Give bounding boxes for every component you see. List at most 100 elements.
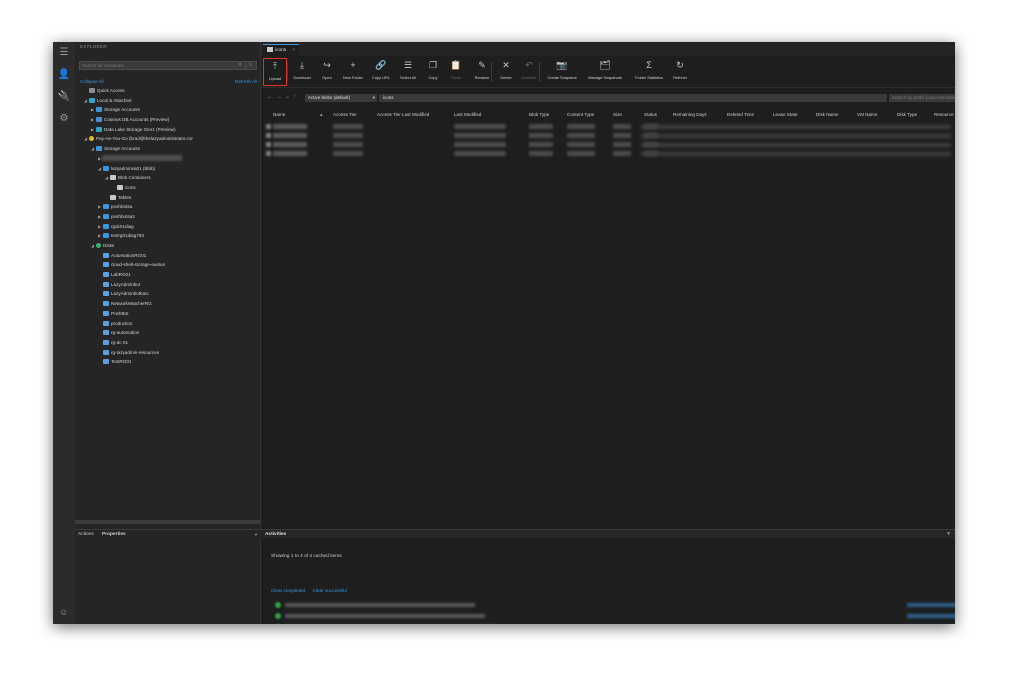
tab-properties[interactable]: Properties <box>102 530 126 539</box>
search-resources-box[interactable]: ✕ ⌕ <box>79 61 257 70</box>
tree-node[interactable]: TestRG01 <box>75 357 261 367</box>
column-header[interactable]: Size <box>613 110 622 120</box>
tree-node[interactable]: NetworkWatcherRG <box>75 299 261 309</box>
column-header[interactable]: Access Tier Last Modified <box>377 110 429 120</box>
back-arrow-icon[interactable]: ← <box>267 92 273 103</box>
delete-button[interactable]: ✕ Delete <box>497 58 515 86</box>
tree-node[interactable]: LazyAdminbotbotc <box>75 289 261 299</box>
forward-arrow-icon[interactable]: → <box>276 92 282 103</box>
tree-node[interactable]: AutomationRG01 <box>75 251 261 261</box>
collapse-arrow-icon[interactable]: ◢ <box>90 241 95 251</box>
settings-gear-icon[interactable]: ⚙ <box>57 112 71 126</box>
folder-statistics-button[interactable]: Σ Folder Statistics <box>630 58 668 86</box>
search-icon[interactable]: ⌕ <box>245 62 255 69</box>
plug-connect-icon[interactable]: 🔌 <box>57 90 71 104</box>
expand-arrow-icon[interactable]: ▶ <box>97 231 102 241</box>
explorer-icon[interactable]: ☰ <box>57 46 71 60</box>
select-all-button[interactable]: ☰ Select All <box>395 58 421 86</box>
chevron-down-icon[interactable]: ▼ <box>254 530 258 539</box>
collapse-arrow-icon[interactable]: ◢ <box>83 134 88 144</box>
create-snapshot-button[interactable]: 📷 Create Snapshot <box>543 58 581 86</box>
tab-actions[interactable]: Actions <box>78 530 94 539</box>
explorer-horizontal-scrollbar[interactable] <box>75 520 261 524</box>
column-header[interactable]: Deleted Time <box>727 110 754 120</box>
column-header[interactable]: Content Type <box>567 110 594 120</box>
manage-snapshots-button[interactable]: 🗂 Manage Snapshots <box>583 58 627 86</box>
tree-node[interactable]: Quick Access <box>75 86 261 96</box>
column-header[interactable]: Status <box>644 110 657 120</box>
expand-arrow-icon[interactable]: ▶ <box>97 212 102 222</box>
clear-successful-link[interactable]: Clear successful <box>312 588 346 593</box>
tree-node[interactable]: cloud-shell-storage-eastus <box>75 260 261 270</box>
table-row[interactable] <box>261 122 955 131</box>
column-header[interactable]: VM Name <box>857 110 877 120</box>
account-management-icon[interactable]: 👤 <box>57 68 71 82</box>
tree-node[interactable]: ▶ testrg01diag793 <box>75 231 261 241</box>
expand-arrow-icon[interactable]: ▶ <box>97 202 102 212</box>
sort-ascending-icon[interactable]: ▲ <box>319 110 324 120</box>
column-header[interactable]: Name <box>273 110 285 120</box>
copy-url-button[interactable]: 🔗 Copy URL <box>369 58 393 86</box>
open-button[interactable]: ↪ Open <box>318 58 336 86</box>
expand-arrow-icon[interactable]: ▶ <box>97 222 102 232</box>
tree-node[interactable]: LazyAdminbot <box>75 280 261 290</box>
blob-view-select[interactable]: Active blobs (default) ▾ <box>305 94 377 102</box>
collapse-all-link[interactable]: Collapse All <box>80 79 104 84</box>
tree-node[interactable]: rg-lazyadmin-resources <box>75 348 261 358</box>
column-header[interactable]: Lease State <box>773 110 798 120</box>
close-tab-icon[interactable]: × <box>292 48 295 53</box>
tree-node[interactable]: ◢ Disks <box>75 241 261 251</box>
search-resources-input[interactable] <box>80 62 230 69</box>
tree-node[interactable]: ▶ rgdc01diag <box>75 222 261 232</box>
undelete-button[interactable]: ↶ Undelete <box>518 58 540 86</box>
expand-arrow-icon[interactable]: ▶ <box>90 105 95 115</box>
refresh-all-link[interactable]: Refresh All <box>235 79 257 84</box>
column-header[interactable]: Disk Type <box>897 110 917 120</box>
up-arrow-icon[interactable]: ↑ <box>293 92 296 103</box>
tree-node[interactable]: production <box>75 319 261 329</box>
paste-button[interactable]: 📋 Paste <box>447 58 465 86</box>
column-header[interactable]: Access Tier <box>333 110 357 120</box>
table-row[interactable] <box>261 140 955 149</box>
column-header[interactable]: Blob Type <box>529 110 549 120</box>
upload-button[interactable]: ⤒ Upload <box>263 58 287 86</box>
table-row[interactable] <box>261 131 955 140</box>
column-header[interactable]: Remaining Days <box>673 110 707 120</box>
clear-search-icon[interactable]: ✕ <box>238 62 242 69</box>
dropdown-arrow-icon[interactable]: ⌄ <box>285 92 290 103</box>
tab-icons[interactable]: icons × <box>263 44 300 56</box>
tree-node[interactable]: ◢ Pay-As-You-Go (brad@thelazyadministrato… <box>75 134 261 144</box>
tree-node[interactable]: rg-dc-01 <box>75 338 261 348</box>
new-folder-button[interactable]: + New Folder <box>339 58 367 86</box>
tree-node[interactable]: ▶ poshbotsa2 <box>75 212 261 222</box>
tree-node[interactable]: ◢ Local & Attached <box>75 96 261 106</box>
path-input[interactable]: icons <box>379 94 887 102</box>
collapse-arrow-icon[interactable]: ◢ <box>90 144 95 154</box>
collapse-arrow-icon[interactable]: ◢ <box>97 164 102 174</box>
chevron-down-icon[interactable]: ▼ <box>946 530 951 539</box>
clear-completed-link[interactable]: Clear completed <box>271 588 305 593</box>
redacted-activity-link[interactable] <box>907 614 955 618</box>
feedback-icon[interactable]: ☺ <box>59 607 68 617</box>
tree-node[interactable]: icons <box>75 183 261 193</box>
redacted-activity-link[interactable] <box>907 603 955 607</box>
tree-node[interactable]: ◢ lazyadminsa01 (Blob) <box>75 164 261 174</box>
tree-node[interactable]: Tables <box>75 193 261 203</box>
expand-arrow-icon[interactable]: ▶ <box>90 125 95 135</box>
column-header[interactable]: Disk Name <box>816 110 838 120</box>
refresh-button[interactable]: ↻ Refresh <box>670 58 690 86</box>
collapse-arrow-icon[interactable]: ◢ <box>83 96 88 106</box>
tree-node[interactable]: ◢ Storage Accounts <box>75 144 261 154</box>
tree-node[interactable]: ◢ Blob Containers <box>75 173 261 183</box>
tree-node[interactable]: PoshBot <box>75 309 261 319</box>
prefix-search-input[interactable]: Search by prefix (case-sensitive) <box>889 94 955 102</box>
column-header[interactable]: Resource Group Name <box>934 110 955 120</box>
collapse-arrow-icon[interactable]: ◢ <box>104 173 109 183</box>
download-button[interactable]: ⤓ Download <box>289 58 315 86</box>
tree-node[interactable]: LabRG01 <box>75 270 261 280</box>
expand-arrow-icon[interactable]: ▶ <box>90 115 95 125</box>
copy-button[interactable]: ❐ Copy <box>423 58 443 86</box>
column-header[interactable]: Last Modified <box>454 110 481 120</box>
tree-node[interactable]: rg-automation <box>75 328 261 338</box>
tree-node[interactable]: ▶ <box>75 154 261 164</box>
